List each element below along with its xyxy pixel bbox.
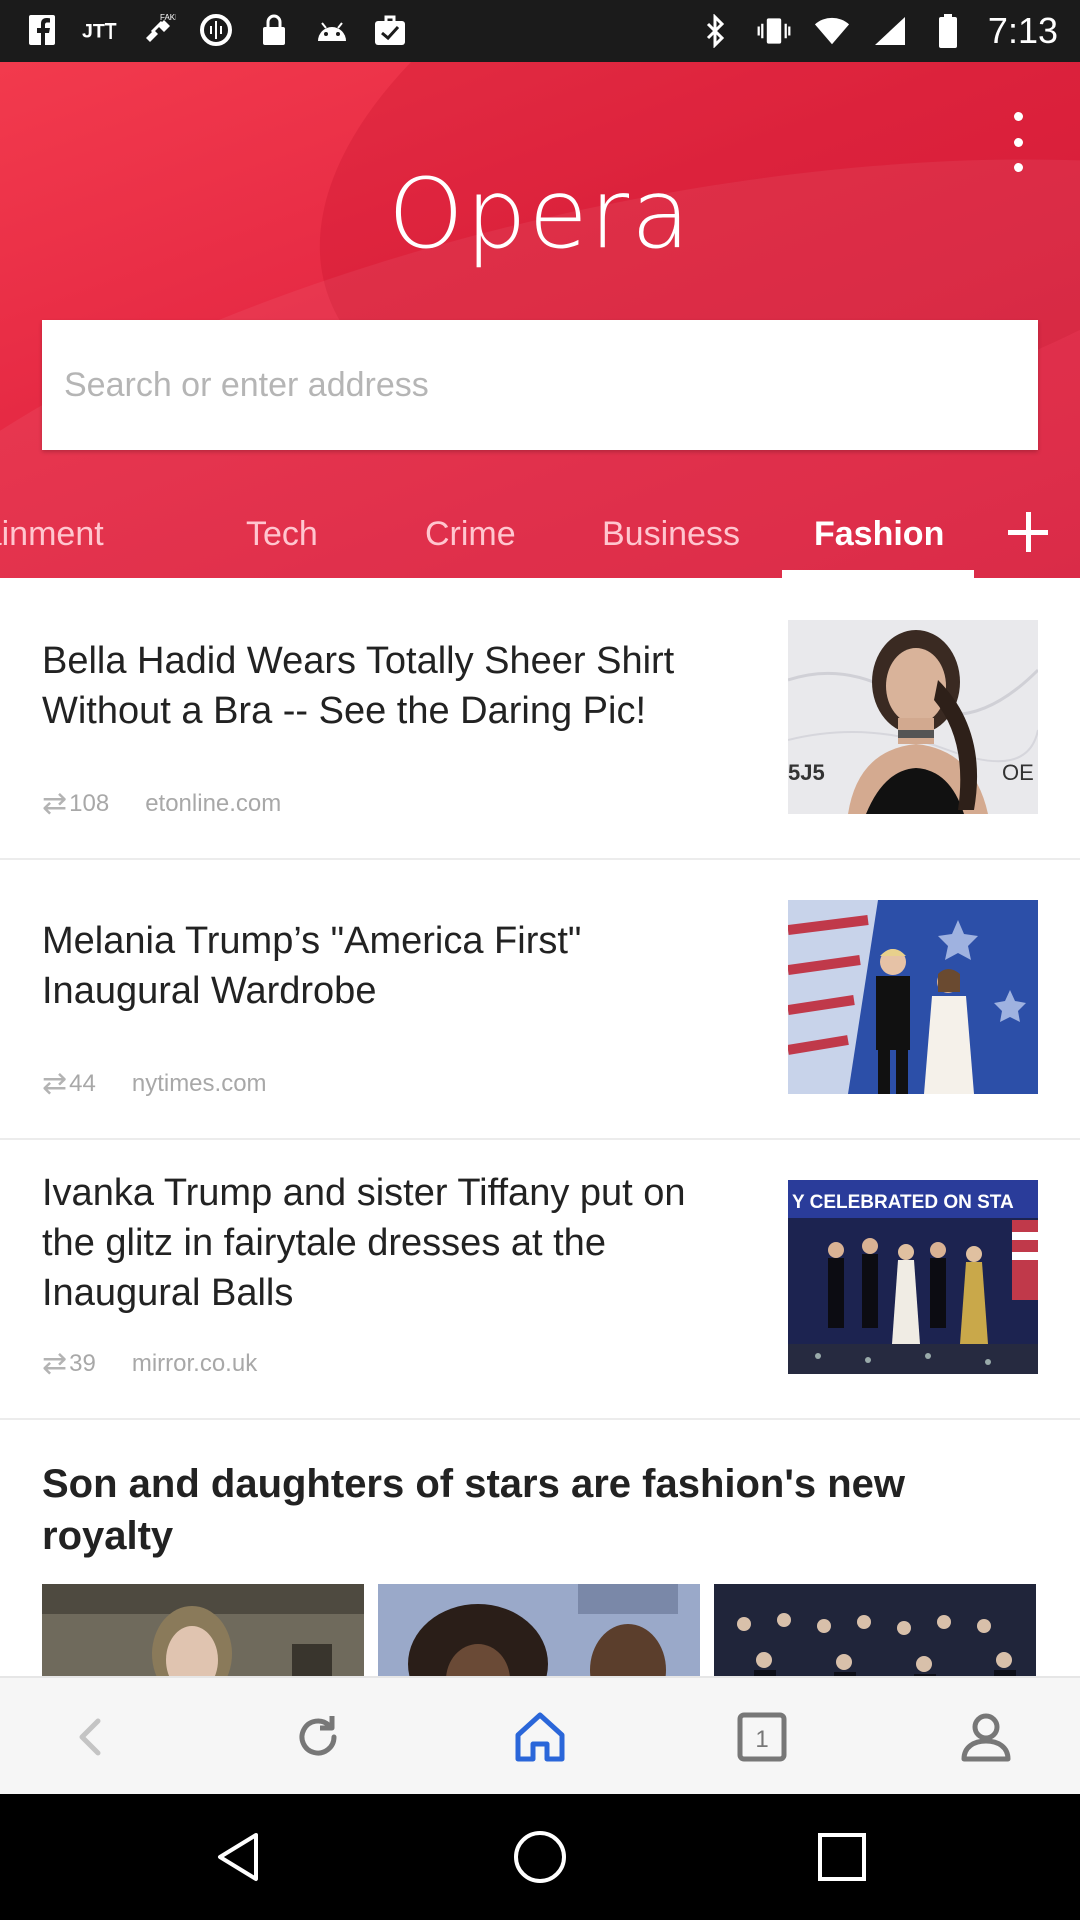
more-vertical-icon[interactable] — [998, 112, 1038, 172]
news-feed[interactable]: Bella Hadid Wears Totally Sheer Shirt Wi… — [0, 578, 1080, 1676]
article-title[interactable]: Bella Hadid Wears Totally Sheer Shirt Wi… — [42, 636, 742, 736]
lock-icon — [256, 12, 292, 48]
list-item[interactable]: Melania Trump’s "America First" Inaugura… — [0, 858, 1080, 1140]
data-saver-icon — [198, 12, 234, 48]
share-count: 108 — [69, 789, 110, 817]
home-icon[interactable] — [510, 1707, 570, 1767]
back-triangle-icon[interactable] — [208, 1827, 268, 1887]
svg-text:5J5: 5J5 — [788, 760, 825, 785]
opera-header: Opera Entertainment Tech Crime Business … — [0, 62, 1080, 578]
article-source: nytimes.com — [131, 1069, 267, 1097]
article-meta: ⇄ 44 nytimes.com — [42, 1066, 267, 1101]
article-thumbnail[interactable]: Y CELEBRATED ON STA — [788, 1180, 1038, 1374]
clipboard-check-icon — [372, 12, 408, 48]
article-source: etonline.com — [145, 789, 282, 817]
svg-text:FAKE: FAKE — [160, 13, 176, 22]
plus-icon[interactable] — [1006, 510, 1050, 554]
active-tab-indicator — [782, 570, 974, 578]
facebook-icon — [24, 12, 60, 48]
featured-photo[interactable] — [378, 1584, 700, 1676]
android-icon — [314, 12, 350, 48]
tab-business[interactable]: Business — [602, 502, 740, 578]
opera-logo: Opera — [388, 158, 692, 270]
fake-gps-icon: FAKE — [140, 12, 176, 48]
featured-photo[interactable] — [714, 1584, 1036, 1676]
tab-count: 1 — [755, 1726, 768, 1753]
bluetooth-icon — [698, 13, 734, 49]
share-icon: ⇄ — [42, 1347, 68, 1380]
status-bar: JT FAKE 7:13 — [0, 0, 1080, 62]
battery-icon — [930, 13, 966, 49]
tabs-icon[interactable]: 1 — [732, 1707, 792, 1767]
status-time: 7:13 — [987, 10, 1058, 51]
jt-icon: JT — [82, 12, 118, 48]
svg-text:JT: JT — [82, 20, 105, 42]
recents-square-icon[interactable] — [812, 1827, 872, 1887]
reload-icon[interactable] — [288, 1707, 348, 1767]
article-thumbnail[interactable] — [788, 900, 1038, 1094]
share-count: 39 — [69, 1349, 96, 1377]
featured-photo[interactable] — [42, 1584, 364, 1676]
category-tabs: Entertainment Tech Crime Business Fashio… — [0, 502, 1080, 578]
wifi-icon — [814, 13, 850, 49]
back-icon[interactable] — [62, 1707, 122, 1767]
system-navigation-bar — [0, 1794, 1080, 1920]
vibrate-icon — [756, 13, 792, 49]
list-item[interactable]: Ivanka Trump and sister Tiffany put on t… — [0, 1138, 1080, 1420]
tab-crime[interactable]: Crime — [425, 502, 516, 578]
profile-icon[interactable] — [956, 1707, 1016, 1767]
home-circle-icon[interactable] — [510, 1827, 570, 1887]
article-title[interactable]: Ivanka Trump and sister Tiffany put on t… — [42, 1168, 742, 1318]
tab-fashion[interactable]: Fashion — [814, 502, 944, 578]
tab-tech[interactable]: Tech — [246, 502, 318, 578]
article-meta: ⇄ 39 mirror.co.uk — [42, 1346, 257, 1381]
article-source: mirror.co.uk — [131, 1349, 258, 1377]
signal-icon — [872, 13, 908, 49]
featured-title[interactable]: Son and daughters of stars are fashion's… — [42, 1458, 1038, 1562]
article-thumbnail[interactable]: 5J5 OE — [788, 620, 1038, 814]
share-icon: ⇄ — [42, 787, 68, 820]
share-icon: ⇄ — [42, 1067, 68, 1100]
list-item[interactable]: Bella Hadid Wears Totally Sheer Shirt Wi… — [0, 578, 1080, 860]
article-meta: ⇄ 108 etonline.com — [42, 786, 281, 821]
tab-entertainment[interactable]: Entertainment — [0, 502, 104, 578]
browser-bottom-bar: 1 — [0, 1676, 1080, 1796]
svg-text:OE: OE — [1002, 760, 1034, 785]
search-input[interactable] — [42, 320, 1038, 450]
share-count: 44 — [69, 1069, 96, 1097]
thumbnail-caption: Y CELEBRATED ON STA — [792, 1192, 1014, 1213]
article-title[interactable]: Melania Trump’s "America First" Inaugura… — [42, 916, 742, 1016]
